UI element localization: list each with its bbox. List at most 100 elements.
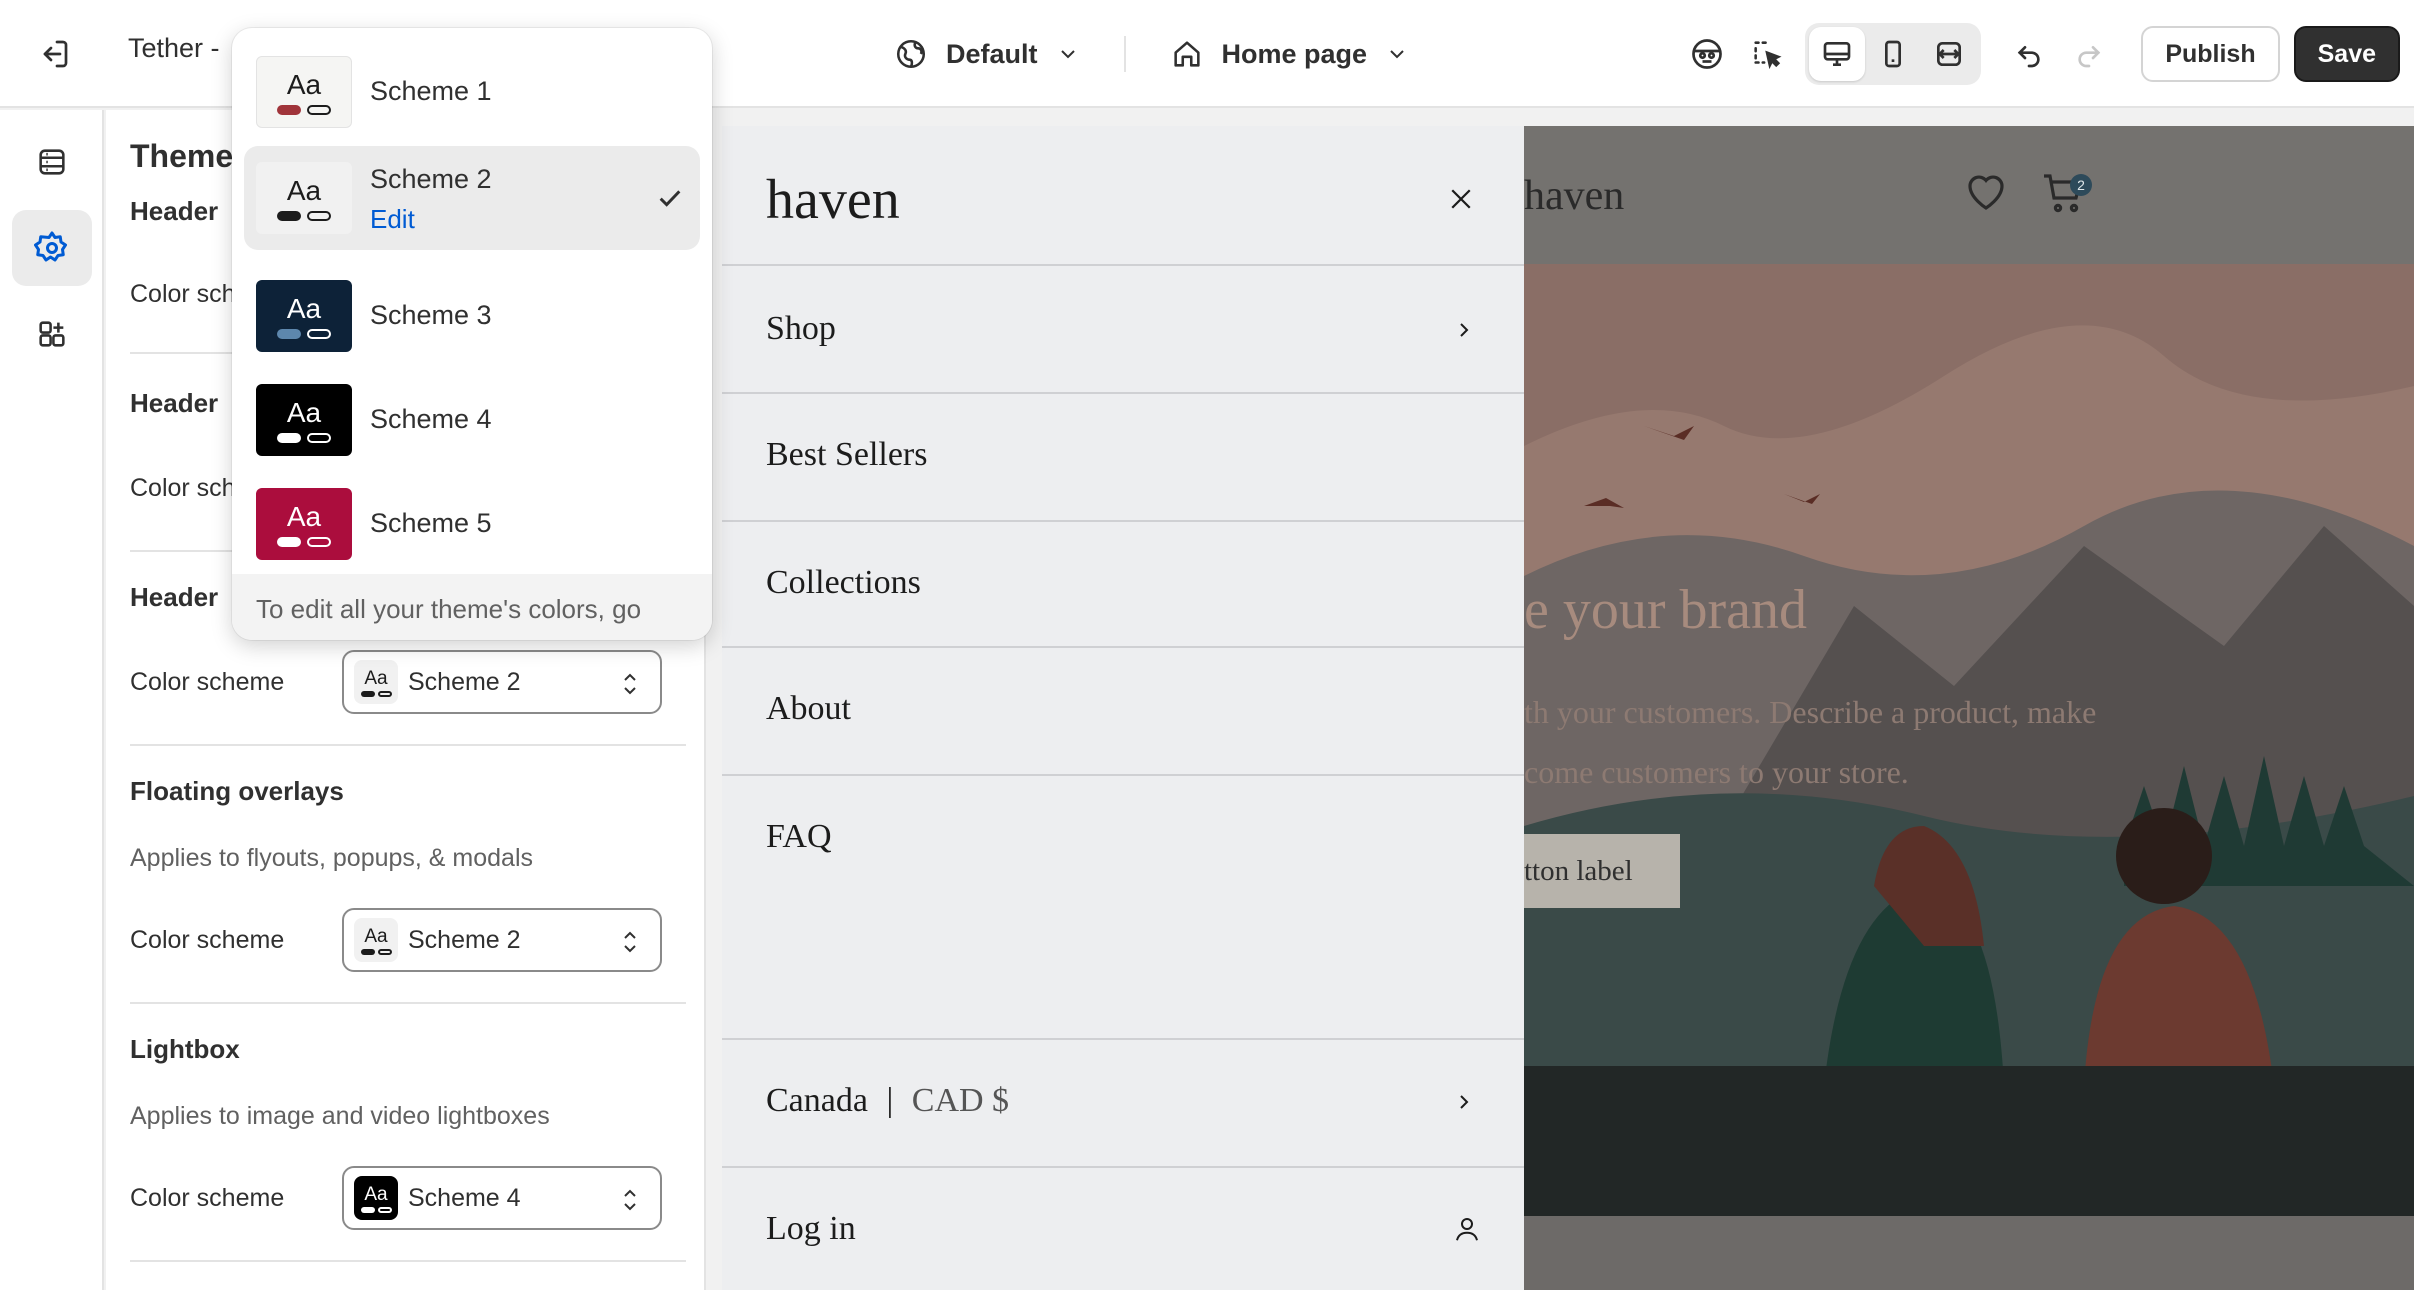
theme-selector-label: Default <box>946 38 1038 69</box>
scheme-option-label: Scheme 2 <box>370 164 492 194</box>
nav-item-shop[interactable]: Shop <box>766 310 836 348</box>
hero-subtitle: come customers to your store. <box>1524 754 1909 790</box>
nav-item-faq[interactable]: FAQ <box>766 818 832 856</box>
scheme-option-label: Scheme 5 <box>370 508 492 538</box>
close-icon[interactable] <box>1446 184 1476 214</box>
store-name[interactable]: Tether - <box>128 33 220 64</box>
divider <box>130 1260 686 1262</box>
store-preview: haven 2 e your brand th your customers. … <box>722 126 2414 1290</box>
hero-subtitle: th your customers. Describe a product, m… <box>1524 694 2097 730</box>
scheme-option-5[interactable]: Aa Scheme 5 <box>244 472 700 576</box>
swatch-text: Aa <box>286 69 322 100</box>
redo-icon[interactable] <box>2059 24 2119 84</box>
scheme-option-label: Scheme 1 <box>370 76 492 106</box>
scheme-swatch: Aa <box>256 488 352 560</box>
save-button[interactable]: Save <box>2293 26 2400 82</box>
chevron-down-icon <box>1060 50 1075 59</box>
mobile-icon[interactable] <box>1865 27 1921 81</box>
currency: CAD $ <box>911 1082 1010 1119</box>
scheme-option-label: Scheme 3 <box>370 300 492 330</box>
scheme-option-4[interactable]: Aa Scheme 4 <box>244 368 700 472</box>
section-heading: Header <box>130 582 219 612</box>
edit-scheme-link[interactable]: Edit <box>370 204 415 235</box>
login-link[interactable]: Log in <box>766 1210 856 1248</box>
divider <box>722 1166 1524 1168</box>
scheme-swatch: Aa <box>354 660 398 704</box>
color-scheme-label: Color scheme <box>130 1184 285 1212</box>
page-selector-label: Home page <box>1221 38 1368 69</box>
scheme-swatch: Aa <box>256 384 352 456</box>
drawer-logo: haven <box>766 169 900 231</box>
section-heading: Header <box>130 196 219 226</box>
nav-item-collections[interactable]: Collections <box>766 564 921 602</box>
divider <box>722 520 1524 522</box>
sensei-icon[interactable] <box>1677 24 1737 84</box>
desktop-icon[interactable] <box>1809 27 1866 81</box>
undo-icon[interactable] <box>1999 24 2059 84</box>
select-value: Scheme 2 <box>408 925 521 954</box>
scheme-option-2[interactable]: Aa Scheme 2 Edit <box>244 146 700 250</box>
theme-selector[interactable]: Default <box>880 20 1094 88</box>
color-scheme-label: Color scheme <box>130 668 285 696</box>
country-selector[interactable]: Canada | CAD $ <box>766 1082 1009 1120</box>
lightbox-color-scheme-select[interactable]: Aa Scheme 4 <box>342 1166 662 1230</box>
cart-count-badge: 2 <box>2070 174 2092 196</box>
select-value: Scheme 4 <box>408 1183 521 1212</box>
swatch-text: Aa <box>364 925 388 947</box>
scheme-swatch: Aa <box>354 1176 398 1220</box>
section-heading: Header <box>130 388 219 418</box>
divider <box>722 392 1524 394</box>
hero-button[interactable]: tton label <box>1524 834 1680 908</box>
nav-item-best-sellers[interactable]: Best Sellers <box>766 436 927 474</box>
swatch-text: Aa <box>364 667 388 689</box>
scheme-swatch: Aa <box>256 56 352 128</box>
hero-banner: haven 2 e your brand th your customers. … <box>1524 126 2414 1290</box>
scheme-swatch: Aa <box>256 280 352 352</box>
hero-title: e your brand <box>1524 579 1808 641</box>
floating-overlays-desc: Applies to flyouts, popups, & modals <box>130 844 534 872</box>
lightbox-heading: Lightbox <box>130 1034 240 1064</box>
chevron-down-icon <box>1390 50 1404 59</box>
swatch-text: Aa <box>286 501 322 532</box>
color-scheme-label: Color sch <box>130 280 236 308</box>
select-arrows-icon <box>624 1189 636 1211</box>
left-rail <box>0 110 104 1290</box>
select-arrows-icon <box>624 673 636 695</box>
divider <box>130 1002 686 1004</box>
sections-icon[interactable] <box>12 124 92 200</box>
floating-overlays-heading: Floating overlays <box>130 776 344 806</box>
divider <box>722 1038 1524 1040</box>
home-icon <box>1173 41 1200 67</box>
publish-button[interactable]: Publish <box>2141 26 2280 82</box>
color-scheme-select[interactable]: Aa Scheme 2 <box>342 650 662 714</box>
apps-icon[interactable] <box>12 296 92 372</box>
exit-icon[interactable] <box>28 28 80 80</box>
full-width-icon[interactable] <box>1921 27 1977 81</box>
account-icon <box>1456 1218 1478 1241</box>
divider <box>722 774 1524 776</box>
store-logo: haven <box>1524 173 1625 219</box>
swatch-text: Aa <box>286 397 322 428</box>
editor-selectors: Default Home page <box>880 20 1423 88</box>
scheme-option-3[interactable]: Aa Scheme 3 <box>244 264 700 368</box>
divider <box>722 646 1524 648</box>
wishlist-icon <box>1968 175 2004 210</box>
divider <box>130 744 686 746</box>
floating-color-scheme-select[interactable]: Aa Scheme 2 <box>342 908 662 972</box>
inspector-icon[interactable] <box>1737 24 1797 84</box>
color-scheme-label: Color scheme <box>130 926 285 954</box>
scheme-option-1[interactable]: Aa Scheme 1 <box>244 40 700 144</box>
page-selector[interactable]: Home page <box>1156 20 1424 88</box>
globe-icon <box>896 39 926 69</box>
swatch-text: Aa <box>364 1183 388 1205</box>
select-arrows-icon <box>624 931 636 953</box>
nav-item-about[interactable]: About <box>766 690 851 728</box>
theme-settings-icon[interactable] <box>12 210 92 286</box>
color-scheme-label: Color sch <box>130 474 236 502</box>
checkmark-icon <box>659 190 681 207</box>
toolbar-actions: Publish Save <box>1677 23 2400 85</box>
select-value: Scheme 2 <box>408 667 521 696</box>
dropdown-footer-text: To edit all your theme's colors, go <box>232 574 712 640</box>
menu-drawer: haven Shop Best Sellers Collections Abou… <box>722 126 1524 1290</box>
lightbox-desc: Applies to image and video lightboxes <box>130 1102 550 1130</box>
